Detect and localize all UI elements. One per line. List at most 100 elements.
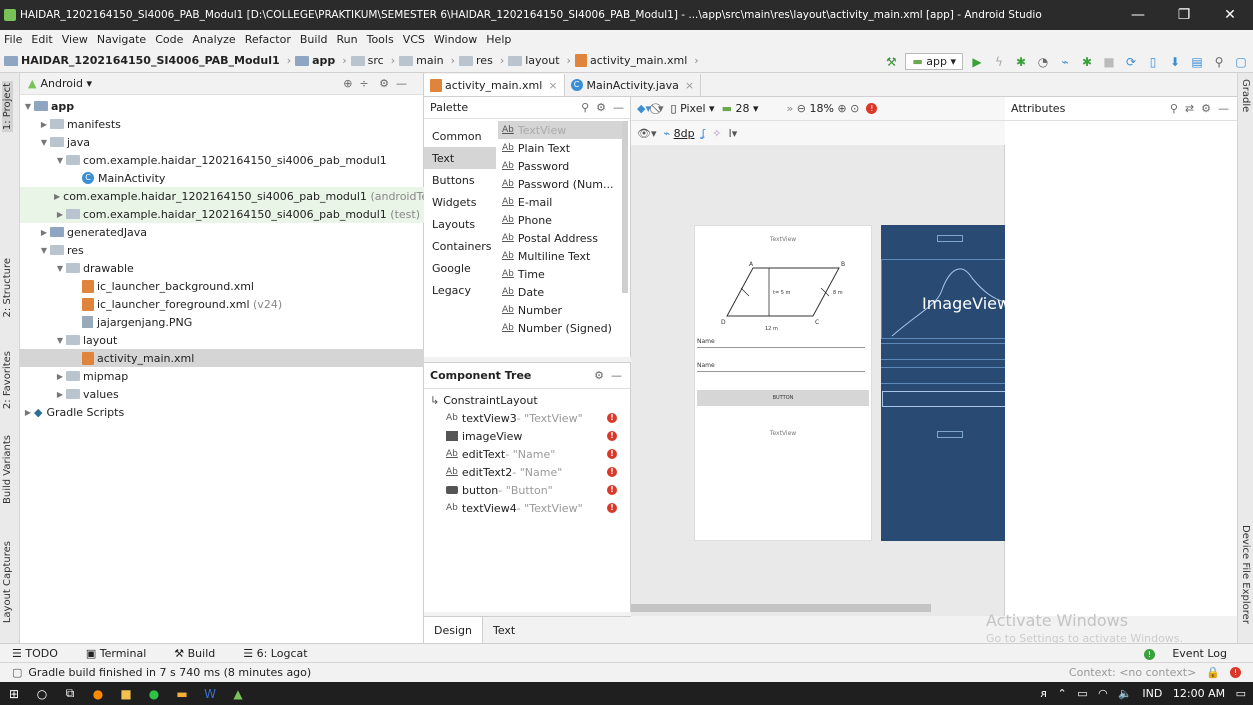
tab-terminal[interactable]: ▣ Terminal	[86, 647, 160, 660]
tree-item-values[interactable]: ▶ values	[20, 385, 424, 403]
tree-item-app[interactable]: ▼ app	[20, 97, 424, 115]
coverage-icon[interactable]: ✱	[1079, 54, 1095, 70]
lock-icon[interactable]: 🔒	[1206, 666, 1220, 679]
line-app-icon[interactable]: ●	[140, 687, 168, 701]
default-margin-select[interactable]: 8dp	[674, 127, 695, 140]
close-tab-icon[interactable]: ×	[548, 79, 557, 92]
guidelines-icon[interactable]: I▾	[729, 127, 738, 140]
menu-edit[interactable]: Edit	[31, 33, 52, 46]
palette-scrollbar[interactable]	[622, 121, 628, 293]
infer-constraints-icon[interactable]: ✧	[712, 127, 721, 140]
palette-item[interactable]: Ab Number (Signed)	[498, 319, 622, 337]
volume-icon[interactable]: 🔈	[1118, 687, 1132, 700]
layout-inspector-icon[interactable]: ▢	[1233, 54, 1249, 70]
tree-item-mipmap[interactable]: ▶ mipmap	[20, 367, 424, 385]
breadcrumb-app[interactable]: app	[295, 54, 335, 67]
tree-item-ic-launcher-foreground[interactable]: ic_launcher_foreground.xml (v24)	[20, 295, 424, 313]
menu-build[interactable]: Build	[300, 33, 328, 46]
search-icon[interactable]: ⚲	[1211, 54, 1227, 70]
clock[interactable]: 12:00 AM	[1173, 687, 1225, 700]
palette-item[interactable]: Ab Password	[498, 157, 622, 175]
status-message[interactable]: Gradle build finished in 7 s 740 ms (8 m…	[28, 666, 311, 679]
tree-node-constraintlayout[interactable]: ↳ ConstraintLayout	[424, 391, 631, 409]
menu-help[interactable]: Help	[486, 33, 511, 46]
tab-structure[interactable]: 2: Structure	[2, 258, 13, 317]
sdk-manager-icon[interactable]: ⬇	[1167, 54, 1183, 70]
tab-logcat[interactable]: ☰ 6: Logcat	[243, 647, 321, 660]
breadcrumb-src[interactable]: src	[350, 54, 384, 67]
tree-node-imageview[interactable]: imageView!	[424, 427, 631, 445]
menu-view[interactable]: View	[62, 33, 88, 46]
breadcrumb-main[interactable]: main	[399, 54, 444, 67]
menu-analyze[interactable]: Analyze	[192, 33, 235, 46]
menu-window[interactable]: Window	[434, 33, 477, 46]
palette-item[interactable]: Ab Multiline Text	[498, 247, 622, 265]
attach-debugger-icon[interactable]: ⌁	[1057, 54, 1073, 70]
error-icon[interactable]: !	[607, 467, 617, 477]
palette-cat-common[interactable]: Common	[424, 125, 496, 147]
menu-vcs[interactable]: VCS	[403, 33, 425, 46]
palette-item[interactable]: Ab Time	[498, 265, 622, 283]
close-button[interactable]: ✕	[1207, 7, 1253, 23]
zoom-out-icon[interactable]: ⊖	[797, 102, 806, 115]
tab-layout-captures[interactable]: Layout Captures	[2, 541, 13, 623]
palette-cat-containers[interactable]: Containers	[424, 235, 496, 257]
language-indicator[interactable]: IND	[1142, 687, 1162, 700]
tree-item-gradle-scripts[interactable]: ▶ ◆ Gradle Scripts	[20, 403, 424, 421]
menu-refactor[interactable]: Refactor	[245, 33, 291, 46]
tree-item-java[interactable]: ▼ java	[20, 133, 424, 151]
tab-design[interactable]: Design	[424, 616, 483, 644]
file-explorer-icon[interactable]: ■	[112, 687, 140, 701]
event-log-button[interactable]: ! Event Log	[1143, 647, 1241, 660]
layers-icon[interactable]: ◆▾	[637, 102, 651, 115]
build-hammer-icon[interactable]: ⚒	[883, 54, 899, 70]
tree-node-button[interactable]: button - "Button"!	[424, 481, 631, 499]
panel-settings-icons[interactable]: ⊕ ÷ ⚙ —	[343, 77, 407, 90]
tree-item-package-androidtest[interactable]: ▶ com.example.haidar_1202164150_si4006_pa…	[20, 187, 442, 205]
view-options-icon[interactable]: 👁▾	[637, 127, 657, 140]
parallelogram-image[interactable]: A B C D t= 5 m 8 m 12 m	[711, 260, 855, 334]
minimize-button[interactable]: —	[1115, 7, 1161, 23]
palette-cat-widgets[interactable]: Widgets	[424, 191, 496, 213]
menu-navigate[interactable]: Navigate	[97, 33, 146, 46]
error-icon[interactable]: !	[607, 449, 617, 459]
breadcrumb-layout[interactable]: layout	[508, 54, 560, 67]
error-icon[interactable]: !	[607, 485, 617, 495]
status-error-icon[interactable]: !	[1230, 667, 1241, 678]
close-tab-icon[interactable]: ×	[685, 79, 694, 92]
maximize-button[interactable]: ❐	[1161, 7, 1207, 23]
error-icon[interactable]: !	[607, 431, 617, 441]
tree-item-manifests[interactable]: ▶ manifests	[20, 115, 424, 133]
preview-edittext-name[interactable]: Name	[697, 338, 865, 348]
status-toggle-icon[interactable]: ▢	[12, 666, 22, 679]
tree-node-edittext[interactable]: Ab editText - "Name"!	[424, 445, 631, 463]
api-select[interactable]: ▬ 28 ▾	[722, 102, 759, 115]
tab-build-variants[interactable]: Build Variants	[2, 435, 13, 504]
menu-run[interactable]: Run	[337, 33, 358, 46]
tree-item-mainactivity[interactable]: C MainActivity	[20, 169, 424, 187]
task-view-icon[interactable]: ⧉	[56, 686, 84, 701]
palette-cat-buttons[interactable]: Buttons	[424, 169, 496, 191]
tree-node-edittext2[interactable]: Ab editText2- "Name"!	[424, 463, 631, 481]
preview-textview-bottom[interactable]: TextView	[695, 430, 871, 437]
breadcrumb-file[interactable]: activity_main.xml	[574, 54, 687, 67]
tree-item-layout[interactable]: ▼ layout	[20, 331, 424, 349]
palette-cat-google[interactable]: Google	[424, 257, 496, 279]
tree-item-drawable[interactable]: ▼ drawable	[20, 259, 424, 277]
project-view-select[interactable]: Android ▾	[40, 77, 92, 90]
palette-cat-legacy[interactable]: Legacy	[424, 279, 496, 301]
component-tree-settings-icon[interactable]: ⚙ —	[594, 369, 622, 382]
tree-item-package-test[interactable]: ▶ com.example.haidar_1202164150_si4006_pa…	[20, 205, 424, 223]
tab-device-file-explorer[interactable]: Device File Explorer	[1240, 525, 1251, 624]
blueprint-textview-top[interactable]	[937, 235, 963, 242]
run-config-select[interactable]: ▬ app ▾	[905, 53, 963, 70]
palette-item[interactable]: Ab TextView	[498, 121, 622, 139]
canvas-hscrollbar[interactable]	[631, 604, 931, 612]
android-studio-icon[interactable]: ▲	[224, 687, 252, 701]
tree-item-jajargenjang[interactable]: jajargenjang.PNG	[20, 313, 424, 331]
word-icon[interactable]: W	[196, 687, 224, 701]
menu-file[interactable]: File	[4, 33, 22, 46]
project-structure-icon[interactable]: ▤	[1189, 54, 1205, 70]
tree-item-ic-launcher-background[interactable]: ic_launcher_background.xml	[20, 277, 424, 295]
blueprint-preview[interactable]: ImageView	[881, 225, 1005, 541]
